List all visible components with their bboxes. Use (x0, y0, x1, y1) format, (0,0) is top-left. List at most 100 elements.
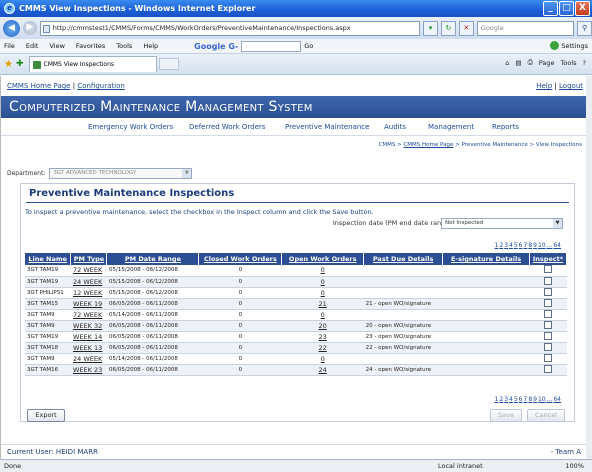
tab-cmms-view-inspections[interactable]: CMMS View Inspections (28, 56, 157, 72)
open-work-orders-link[interactable]: 0 (281, 276, 364, 288)
zoom-level[interactable]: 100% (565, 462, 584, 470)
open-work-orders-link[interactable]: 22 (281, 342, 364, 354)
tools-menu[interactable]: Tools (561, 59, 577, 67)
page-link[interactable]: 5 (514, 396, 518, 403)
col-line-name[interactable]: Line Name (25, 253, 72, 265)
page-link[interactable]: 64 (553, 242, 561, 249)
scrollbar[interactable] (586, 76, 592, 459)
open-work-orders-link[interactable]: 20 (281, 320, 364, 332)
inspect-checkbox[interactable] (543, 276, 552, 285)
go-button[interactable]: Go (304, 42, 313, 50)
department-select[interactable]: 3GT ADVANCED TECHNOLOGY ▼ (49, 168, 193, 179)
page-link[interactable]: 2 (499, 396, 503, 403)
open-work-orders-link[interactable]: 0 (281, 353, 364, 365)
logout-link[interactable]: Logout (559, 82, 583, 90)
page-link[interactable]: 10 (538, 242, 546, 249)
inspect-checkbox[interactable] (543, 364, 552, 373)
pm-type-link[interactable]: 24 WEEK (70, 276, 107, 288)
page-link[interactable]: 2 (499, 242, 503, 249)
add-favorites-icon[interactable]: ✚ (16, 59, 24, 69)
inspect-checkbox[interactable] (543, 342, 552, 351)
page-link[interactable]: 8 (528, 396, 532, 403)
open-work-orders-link[interactable]: 0 (281, 287, 364, 299)
menu-view[interactable]: View (49, 42, 64, 50)
menu-file[interactable]: File (4, 42, 15, 50)
page-link[interactable]: 5 (514, 242, 518, 249)
close-button[interactable]: X (575, 1, 590, 16)
pm-type-link[interactable]: WEEK 32 (70, 320, 107, 332)
open-work-orders-link[interactable]: 23 (281, 331, 364, 343)
configuration-link[interactable]: Configuration (77, 82, 124, 90)
pm-type-link[interactable]: 72 WEEK (70, 309, 107, 321)
inspect-checkbox[interactable] (543, 265, 552, 274)
feeds-icon[interactable]: ▤ (515, 59, 521, 67)
nav-reports[interactable]: Reports (492, 123, 519, 131)
page-link[interactable]: 4 (509, 242, 513, 249)
col-pm-date-range[interactable]: PM Date Range (106, 253, 200, 265)
new-tab-button[interactable] (158, 58, 179, 70)
back-button[interactable]: ◀ (3, 19, 20, 37)
save-button[interactable]: Save (490, 409, 522, 422)
menu-favorites[interactable]: Favorites (76, 42, 105, 50)
google-toolbar-logo[interactable]: Google G- (194, 42, 238, 51)
pm-type-link[interactable]: WEEK 13 (70, 342, 107, 354)
menu-edit[interactable]: Edit (26, 42, 39, 50)
page-link[interactable]: 9 (533, 242, 537, 249)
page-link[interactable]: 9 (533, 396, 537, 403)
open-work-orders-link[interactable]: 21 (281, 298, 364, 310)
inspect-checkbox[interactable] (543, 287, 552, 296)
print-icon[interactable]: ⎙ (528, 58, 533, 67)
settings-button[interactable]: Settings (561, 42, 588, 50)
search-icon[interactable]: ⚲ (577, 20, 592, 36)
open-work-orders-link[interactable]: 24 (281, 364, 364, 376)
page-link[interactable]: 6 (519, 242, 523, 249)
cancel-button[interactable]: Cancel (527, 409, 565, 422)
nav-deferred-work-orders[interactable]: Deferred Work Orders (189, 123, 265, 131)
col-esignature-details[interactable]: E-signature Details (442, 253, 530, 265)
col-open-work-orders[interactable]: Open Work Orders (281, 253, 365, 265)
maximize-button[interactable]: □ (559, 1, 574, 16)
col-closed-work-orders[interactable]: Closed Work Orders (198, 253, 283, 265)
menu-tools[interactable]: Tools (116, 42, 132, 50)
page-link[interactable]: 7 (524, 396, 528, 403)
export-button[interactable]: Export (27, 409, 65, 422)
favorites-star-icon[interactable]: ★ (4, 59, 13, 70)
nav-preventive-maintenance[interactable]: Preventive Maintenance (285, 123, 369, 131)
page-link[interactable]: 4 (509, 396, 513, 403)
page-menu[interactable]: Page (539, 59, 555, 67)
page-link[interactable]: 10 (538, 396, 546, 403)
url-input[interactable]: http://cmmstest1/CMMS/Forms/CMMS/WorkOrd… (39, 20, 421, 36)
page-link[interactable]: 3 (504, 396, 508, 403)
page-link[interactable]: 1 (495, 242, 499, 249)
page-link[interactable]: ... (547, 242, 553, 249)
breadcrumb-home-link[interactable]: CMMS Home Page (403, 142, 453, 148)
help-icon[interactable]: ? (583, 59, 586, 67)
inspect-checkbox[interactable] (543, 331, 552, 340)
nav-emergency-work-orders[interactable]: Emergency Work Orders (88, 123, 173, 131)
forward-button[interactable]: ▶ (22, 21, 37, 35)
search-input[interactable]: Google (476, 20, 575, 36)
nav-management[interactable]: Management (428, 123, 474, 131)
page-link[interactable]: ... (547, 396, 553, 403)
minimize-button[interactable]: _ (543, 1, 558, 16)
page-link[interactable]: 1 (495, 396, 499, 403)
home-icon[interactable]: ⌂ (505, 59, 509, 67)
nav-audits[interactable]: Audits (384, 123, 406, 131)
pm-type-link[interactable]: WEEK 19 (70, 298, 107, 310)
inspect-checkbox[interactable] (543, 309, 552, 318)
help-link[interactable]: Help (536, 82, 552, 90)
pm-type-link[interactable]: 72 WEEK (70, 265, 107, 277)
pm-type-link[interactable]: 24 WEEK (70, 353, 107, 365)
col-pm-type[interactable]: PM Type (70, 253, 108, 265)
refresh-icon[interactable]: ↻ (440, 20, 456, 36)
pm-type-link[interactable]: WEEK 23 (70, 364, 107, 376)
inspect-checkbox[interactable] (543, 320, 552, 329)
inspection-date-select[interactable]: Not Inspected ▼ (441, 218, 563, 229)
open-work-orders-link[interactable]: 0 (281, 309, 364, 321)
col-past-due-details[interactable]: Past Due Details (363, 253, 444, 265)
menu-help[interactable]: Help (143, 42, 158, 50)
cmms-home-link[interactable]: CMMS Home Page (7, 82, 70, 90)
page-link[interactable]: 8 (528, 242, 532, 249)
pm-type-link[interactable]: 12 WEEK (70, 287, 107, 299)
stop-icon[interactable]: ✕ (458, 20, 474, 36)
